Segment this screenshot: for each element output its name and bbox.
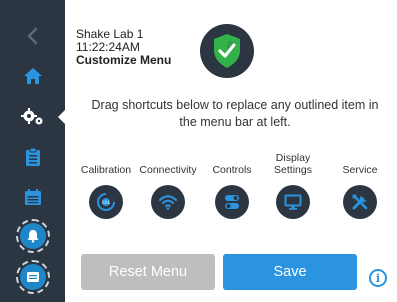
- settings-gears-icon: [20, 108, 42, 125]
- save-button[interactable]: Save: [223, 254, 357, 290]
- wifi-icon: [159, 195, 177, 210]
- chevron-left-icon: [27, 27, 37, 45]
- info-icon[interactable]: i: [369, 269, 387, 287]
- shortcut-label: Controls: [212, 164, 252, 176]
- outlined-slot: [15, 260, 50, 294]
- shortcut-label: Service: [342, 164, 378, 176]
- shortcut-label: Calibration: [80, 164, 132, 176]
- shortcut-label: Connectivity: [139, 164, 197, 176]
- sidebar-item-clipboard[interactable]: [0, 137, 65, 177]
- sidebar-item-home[interactable]: [0, 56, 65, 96]
- toggle-switches-icon: [225, 195, 239, 209]
- home-icon: [23, 68, 42, 84]
- back-button[interactable]: [0, 16, 65, 56]
- sidebar-item-alarm-outlined[interactable]: [0, 216, 65, 256]
- shortcut-calibration[interactable]: Calibration CAL: [71, 150, 141, 219]
- monitor-icon: [284, 194, 302, 210]
- outlined-slot: [15, 219, 50, 253]
- alarm-bell-icon: [27, 230, 38, 243]
- svg-text:CAL: CAL: [102, 200, 111, 205]
- tools-icon: [352, 194, 368, 210]
- calendar-icon: [24, 189, 41, 205]
- shield-heart-icon: [214, 34, 240, 68]
- reset-menu-button[interactable]: Reset Menu: [81, 254, 215, 290]
- shortcut-controls[interactable]: Controls: [197, 150, 267, 219]
- shortcut-connectivity[interactable]: Connectivity: [133, 150, 203, 219]
- status-badge: [200, 24, 254, 78]
- message-icon: [26, 272, 39, 282]
- sidebar-item-calendar[interactable]: [0, 177, 65, 217]
- calibration-icon: CAL: [97, 193, 115, 211]
- clipboard-icon: [25, 147, 40, 166]
- device-header: Shake Lab 1 11:22:24AM Customize Menu: [76, 28, 171, 67]
- sidebar-item-message-outlined[interactable]: [0, 257, 65, 297]
- sidebar-menu: [0, 0, 65, 302]
- shortcut-display-settings[interactable]: Display Settings: [258, 150, 328, 219]
- page-title: Customize Menu: [76, 53, 172, 67]
- instructions-text: Drag shortcuts below to replace any outl…: [91, 98, 379, 129]
- sidebar-item-settings[interactable]: [0, 97, 65, 137]
- shortcut-label: Display Settings: [274, 152, 312, 176]
- shortcut-service[interactable]: Service: [325, 150, 395, 219]
